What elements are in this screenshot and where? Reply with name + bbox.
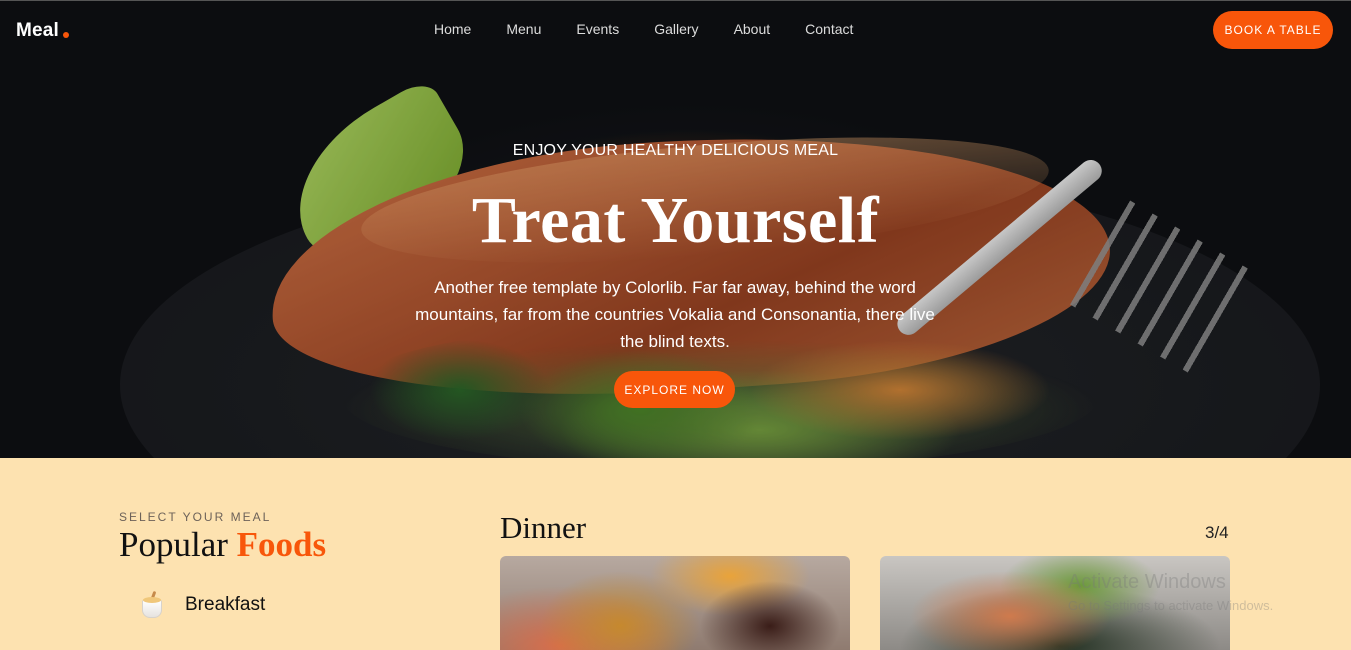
carousel-pager: 3/4	[1205, 523, 1229, 542]
nav-link-events[interactable]: Events	[576, 21, 619, 37]
section-eyebrow: SELECT YOUR MEAL	[119, 510, 272, 524]
logo-dot-icon	[63, 32, 69, 38]
category-label: Breakfast	[185, 594, 266, 615]
site-logo[interactable]: Meal	[16, 20, 59, 42]
watermark-subtitle: Go to Settings to activate Windows.	[1068, 598, 1274, 613]
main-menu: Home Menu Events Gallery About Contact	[434, 21, 888, 37]
section-title-main: Popular	[119, 525, 228, 564]
nav-link-about[interactable]: About	[734, 21, 771, 37]
nav-link-home[interactable]: Home	[434, 21, 471, 37]
windows-activation-watermark: Activate Windows Go to Settings to activ…	[1068, 571, 1273, 613]
hero-subtitle: ENJOY YOUR HEALTHY DELICIOUS MEAL	[512, 142, 839, 159]
hero-title: Treat Yourself	[471, 184, 880, 257]
food-card-image[interactable]	[500, 556, 850, 650]
menu-category-title: Dinner	[500, 510, 587, 545]
hero-description: Another free template by Colorlib. Far f…	[415, 278, 935, 351]
top-navigation: Meal Home Menu Events Gallery About Cont…	[0, 0, 1351, 62]
nav-link-gallery[interactable]: Gallery	[654, 21, 698, 37]
section-title: Popular Foods	[119, 525, 326, 565]
coffee-cup-icon	[138, 590, 166, 620]
watermark-title: Activate Windows	[1068, 571, 1226, 593]
category-item-breakfast[interactable]: Breakfast	[138, 590, 265, 620]
nav-link-menu[interactable]: Menu	[506, 21, 541, 37]
explore-now-button[interactable]: EXPLORE NOW	[614, 371, 735, 408]
nav-link-contact[interactable]: Contact	[805, 21, 853, 37]
book-table-button[interactable]: BOOK A TABLE	[1213, 11, 1333, 49]
section-title-accent: Foods	[236, 525, 327, 564]
